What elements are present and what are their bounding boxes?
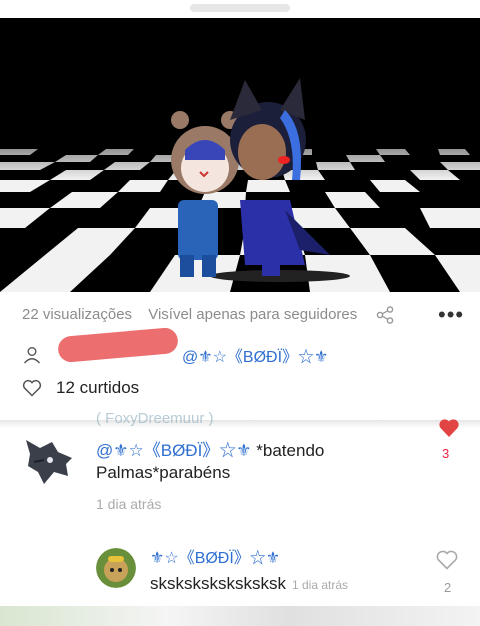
- post-likes[interactable]: 12 curtidos: [22, 378, 139, 398]
- reply-likes-count: 2: [444, 580, 452, 595]
- reply-time: 1 dia atrás: [292, 578, 349, 592]
- heart-icon[interactable]: [436, 550, 458, 570]
- next-content-preview: [0, 606, 480, 626]
- share-icon[interactable]: [376, 306, 394, 324]
- comment-mention[interactable]: @⚜☆《BØĐÏ》☆⚜: [96, 441, 252, 460]
- visibility-label: Visível apenas para seguidores: [148, 306, 358, 323]
- post-stats: 22 visualizações Visível apenas para seg…: [22, 306, 369, 323]
- comment-likes-count: 3: [442, 446, 450, 461]
- commenter-avatar[interactable]: [22, 432, 76, 486]
- reply-author[interactable]: ⚜☆《BØĐÏ》☆⚜: [150, 544, 280, 568]
- checkerboard-scene: [0, 0, 480, 292]
- comments-panel-top: [0, 420, 480, 428]
- heart-icon[interactable]: [438, 418, 460, 438]
- reply-text: sksksksksksksksk: [150, 574, 286, 593]
- tagged-user-link[interactable]: @⚜☆《BØĐÏ》☆⚜: [182, 343, 328, 367]
- reply-avatar[interactable]: [96, 548, 136, 588]
- previous-comment-author: ( FoxyDreemuur ): [96, 410, 214, 427]
- likes-count: 12 curtidos: [56, 378, 140, 397]
- comment-text: @⚜☆《BØĐÏ》☆⚜ *batendo Palmas*parabéns: [96, 440, 396, 484]
- views-count: 22 visualizações: [22, 306, 133, 323]
- user-icon: [23, 347, 41, 364]
- more-options-icon[interactable]: •••: [438, 304, 464, 326]
- heart-icon[interactable]: [22, 379, 42, 397]
- comment-time: 1 dia atrás: [96, 496, 162, 512]
- post-image[interactable]: [0, 0, 480, 292]
- reply-text-line: sksksksksksksksk 1 dia atrás: [150, 574, 348, 594]
- status-bar: [0, 0, 480, 18]
